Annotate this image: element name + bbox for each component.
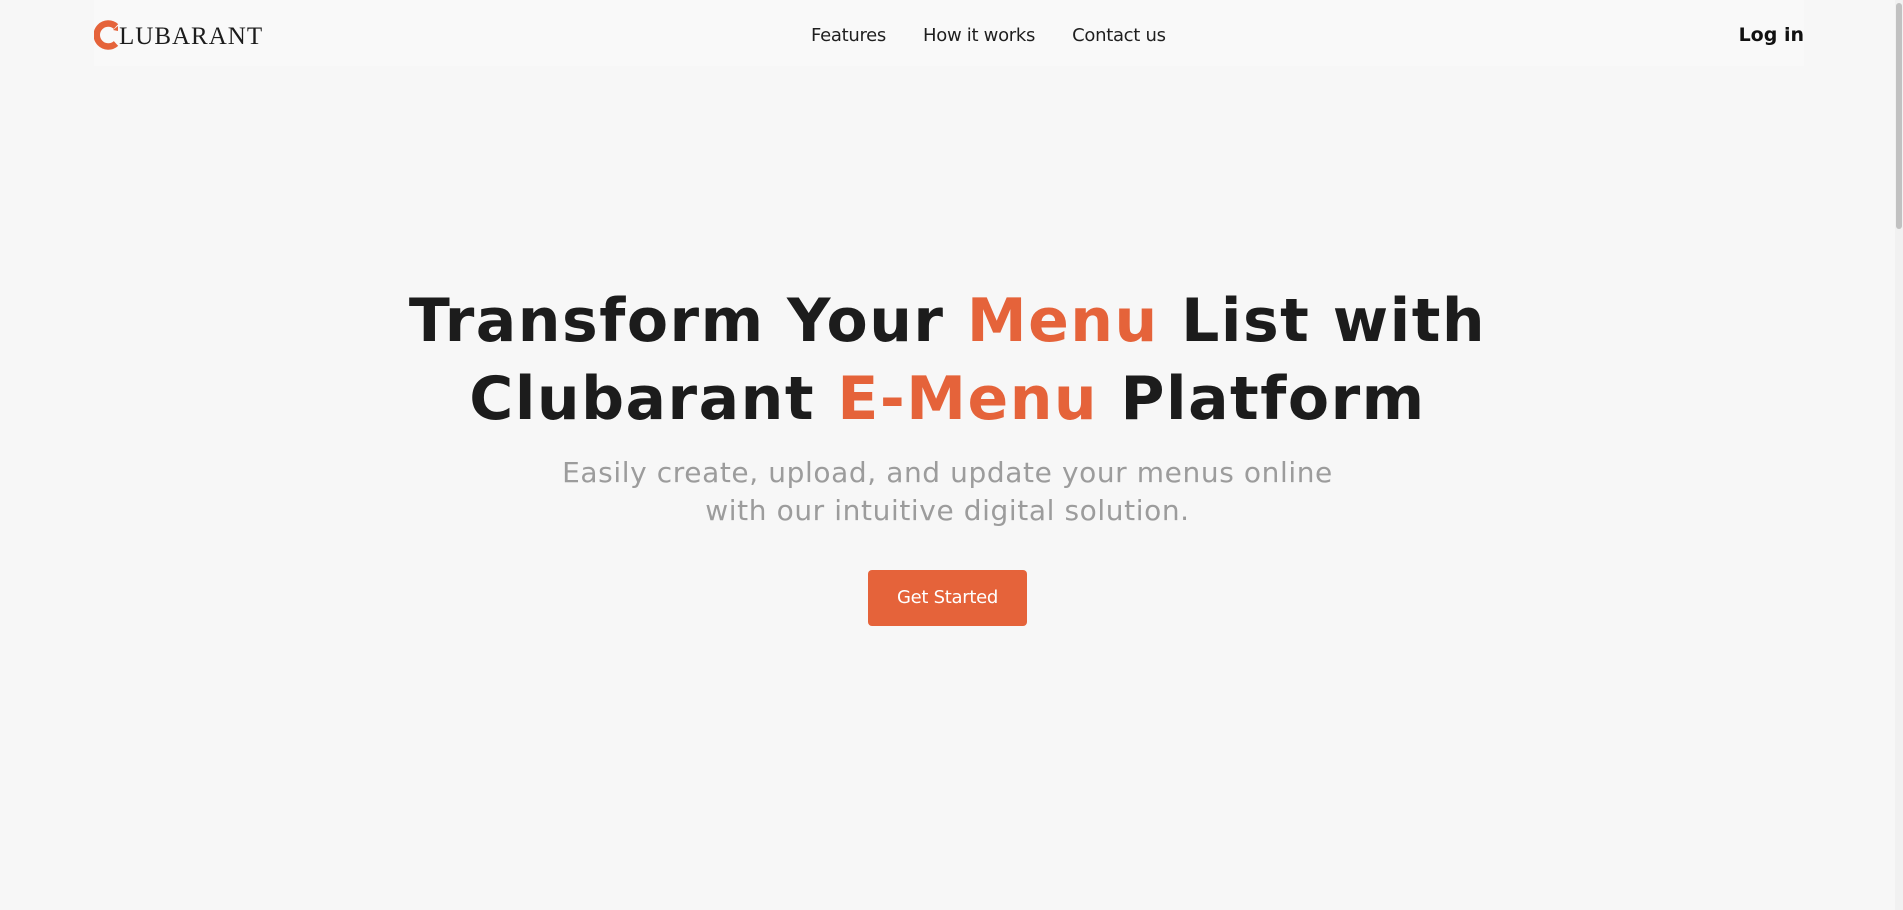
nav-link-contact-us[interactable]: Contact us: [1072, 25, 1166, 46]
brand-name: LUBARANT: [119, 23, 264, 50]
hero-title-text: List with: [1158, 286, 1487, 356]
brand-logo[interactable]: LUBARANT: [94, 19, 263, 51]
hero-subtitle-line-2: with our intuitive digital solution.: [705, 494, 1190, 527]
main-nav: Features How it works Contact us: [811, 20, 1166, 50]
hero-title-text: Clubarant: [469, 364, 838, 434]
hero-section: Transform Your Menu List with Clubarant …: [0, 282, 1895, 626]
site-header: LUBARANT Features How it works Contact u…: [94, 0, 1804, 66]
hero-title-accent-emenu: E-Menu: [837, 364, 1099, 434]
hero-title-line-1: Transform Your Menu List with: [409, 286, 1486, 356]
get-started-button[interactable]: Get Started: [868, 570, 1027, 626]
hero-subtitle-line-1: Easily create, upload, and update your m…: [562, 456, 1333, 489]
brand-logo-mark-icon: [94, 20, 119, 50]
scrollbar-thumb[interactable]: [1896, 3, 1902, 229]
login-link[interactable]: Log in: [1739, 22, 1804, 48]
hero-title: Transform Your Menu List with Clubarant …: [0, 282, 1895, 438]
landing-page: LUBARANT Features How it works Contact u…: [0, 0, 1903, 910]
hero-subtitle: Easily create, upload, and update your m…: [538, 454, 1358, 530]
page-scrollbar[interactable]: [1895, 0, 1903, 910]
hero-title-line-2: Clubarant E-Menu Platform: [469, 364, 1425, 434]
hero-title-accent-menu: Menu: [966, 286, 1159, 356]
hero-title-text: Transform Your: [408, 286, 967, 356]
hero-title-text: Platform: [1098, 364, 1426, 434]
nav-link-features[interactable]: Features: [811, 25, 886, 46]
nav-link-how-it-works[interactable]: How it works: [923, 25, 1035, 46]
